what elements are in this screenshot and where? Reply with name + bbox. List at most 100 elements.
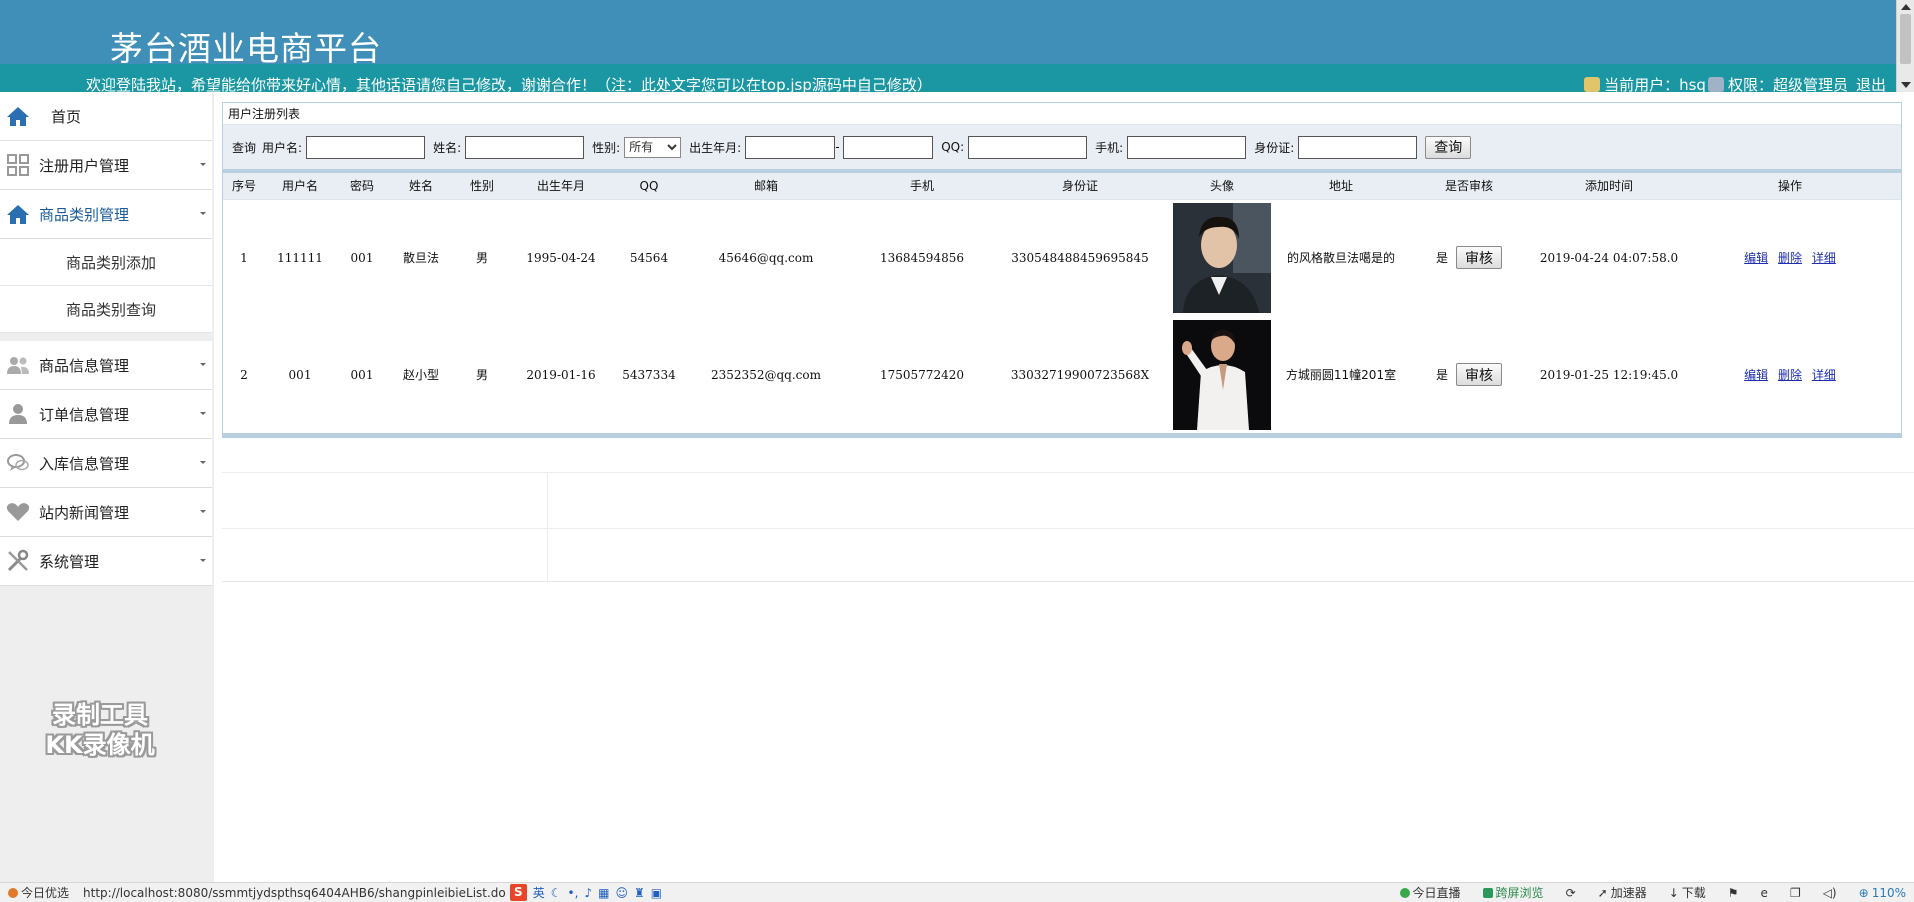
status-url: http://localhost:8080/ssmmtjydspthsq6404… [83, 885, 506, 900]
qq-label: QQ: [941, 140, 965, 154]
cell-avatar [1161, 316, 1283, 433]
idcard-input[interactable] [1298, 135, 1418, 159]
sidebar-item-home[interactable]: 首页 [0, 92, 212, 141]
review-button[interactable]: 审核 [1456, 363, 1502, 386]
moon-icon[interactable]: ☾ [551, 886, 562, 900]
delete-link[interactable]: 删除 [1778, 251, 1802, 265]
column-header: 头像 [1161, 173, 1283, 200]
phone-label: 手机: [1095, 140, 1124, 155]
cell-name: 散旦法 [402, 251, 439, 266]
column-header: 地址 [1283, 173, 1399, 200]
birth-end-input[interactable] [843, 135, 934, 159]
sidebar-item-category-mgmt[interactable]: 商品类别管理 [0, 190, 212, 239]
sidebar-item-news-mgmt[interactable]: 站内新闻管理 [0, 488, 212, 537]
avatar [1173, 202, 1271, 313]
qq-input[interactable] [968, 135, 1088, 159]
column-header: 用户名 [265, 173, 335, 200]
sidebar-item-order-mgmt[interactable]: 订单信息管理 [0, 390, 212, 439]
detail-link[interactable]: 详细 [1812, 368, 1836, 382]
refresh-icon[interactable]: ⟳ [1566, 884, 1576, 901]
today-pick-button[interactable]: 今日优选 [8, 884, 69, 901]
cell-added-time: 2019-04-24 04:07:58.0 [1539, 250, 1679, 265]
edit-link[interactable]: 编辑 [1744, 251, 1768, 265]
sidebar: 首页 注册用户管理 商品类别管理 商品类别添加 商品类别查询 商品信息管理 订单… [0, 92, 214, 882]
divider [222, 472, 1914, 473]
live-button[interactable]: 今日直播 [1399, 884, 1461, 901]
sidebar-item-stock-mgmt[interactable]: 入库信息管理 [0, 439, 212, 488]
heart-icon [5, 499, 31, 525]
empty-frame-area [222, 442, 1914, 582]
sidebar-item-product-mgmt[interactable]: 商品信息管理 [0, 341, 212, 390]
cell-operations: 编辑 删除 详细 [1679, 199, 1901, 316]
query-label: 查询 [232, 140, 257, 155]
user-icon[interactable]: ☺ [615, 886, 628, 900]
cell-gender: 男 [475, 251, 488, 266]
sidebar-item-label: 商品类别查询 [66, 300, 157, 319]
punctuation-icon[interactable]: •, [568, 886, 579, 900]
review-button[interactable]: 审核 [1456, 246, 1502, 270]
column-header: 序号 [223, 173, 265, 200]
sidebar-item-label: 订单信息管理 [39, 405, 130, 424]
column-header: 密码 [335, 173, 389, 200]
phone-input[interactable] [1127, 135, 1247, 159]
panel-title: 用户注册列表 [223, 103, 1901, 125]
main-content: 用户注册列表 查询 用户名: 姓名: 性别: 所有 出生年月: - QQ: 手机… [214, 92, 1914, 882]
username-input[interactable] [306, 135, 426, 159]
flag-icon[interactable]: ⚑ [1728, 884, 1739, 901]
cell-operations: 编辑 删除 详细 [1679, 316, 1901, 433]
accelerator-label: 加速器 [1610, 886, 1647, 900]
cell-email: 45646@qq.com [718, 250, 814, 265]
top-header: 茅台酒业电商平台 欢迎登陆我站，希望能给你带来好心情，其他话语请您自己修改，谢谢… [0, 0, 1896, 94]
volume-icon[interactable]: ◁) [1823, 884, 1837, 901]
phone-icon [1482, 887, 1493, 898]
sidebar-item-system-mgmt[interactable]: 系统管理 [0, 537, 212, 586]
ie-icon[interactable]: e [1761, 884, 1768, 901]
cell-no: 1 [240, 250, 248, 265]
cell-no: 2 [240, 367, 248, 382]
microphone-icon[interactable]: ♪ [584, 886, 592, 900]
column-header: 性别 [453, 173, 511, 200]
column-header: 身份证 [999, 173, 1161, 200]
sidebar-subitem-category-query[interactable]: 商品类别查询 [0, 286, 212, 333]
zoom-control[interactable]: ⊕ 110% [1859, 884, 1906, 901]
delete-link[interactable]: 删除 [1778, 368, 1802, 382]
watermark-line: KK录像机 [45, 731, 155, 759]
ime-mode[interactable]: 英 [533, 884, 545, 901]
vertical-scrollbar[interactable] [1896, 0, 1914, 92]
recorder-watermark: 录制工具 KK录像机 [30, 700, 170, 760]
search-button[interactable]: 查询 [1425, 135, 1472, 159]
gender-select[interactable]: 所有 [624, 136, 682, 158]
sidebar-subitem-category-add[interactable]: 商品类别添加 [0, 239, 212, 286]
detail-link[interactable]: 详细 [1812, 251, 1836, 265]
home-icon [5, 103, 31, 129]
chat-icon [5, 450, 31, 476]
scroll-up-arrow-icon[interactable] [1901, 4, 1911, 10]
gift-icon [8, 887, 18, 898]
shirt-icon[interactable]: ♜ [634, 886, 645, 900]
user-list-panel: 用户注册列表 查询 用户名: 姓名: 性别: 所有 出生年月: - QQ: 手机… [222, 102, 1902, 438]
today-pick-label: 今日优选 [21, 886, 70, 900]
live-label: 今日直播 [1412, 886, 1461, 900]
toolbox-icon[interactable]: ▣ [651, 886, 662, 900]
sidebar-item-register-users[interactable]: 注册用户管理 [0, 141, 212, 190]
scroll-down-arrow-icon[interactable] [1901, 82, 1911, 88]
status-right-tools: 今日直播 跨屏浏览 ⟳ ➚ 加速器 ↓ 下载 ⚑ e ❐ ◁) ⊕ 110% [1399, 884, 1906, 901]
cell-email: 2352352@qq.com [711, 367, 821, 382]
keyboard-icon[interactable]: ▦ [598, 886, 609, 900]
scroll-thumb[interactable] [1900, 14, 1911, 64]
chevron-down-icon [200, 559, 206, 562]
edit-link[interactable]: 编辑 [1744, 368, 1768, 382]
birth-start-input[interactable] [745, 135, 836, 159]
split-view-button[interactable]: 跨屏浏览 [1482, 884, 1544, 901]
sidebar-item-label: 商品类别管理 [39, 205, 130, 224]
range-separator: - [835, 140, 840, 154]
sogou-ime-icon[interactable]: S [509, 884, 527, 901]
name-input[interactable] [465, 135, 585, 159]
sidebar-item-label: 商品类别添加 [66, 253, 157, 272]
accelerator-button[interactable]: ➚ 加速器 [1598, 884, 1647, 901]
watermark-line: 录制工具 [52, 701, 148, 729]
window-icon[interactable]: ❐ [1790, 884, 1801, 901]
divider [547, 472, 548, 582]
panel-bottom-border [223, 433, 1901, 437]
download-button[interactable]: ↓ 下载 [1669, 884, 1706, 901]
